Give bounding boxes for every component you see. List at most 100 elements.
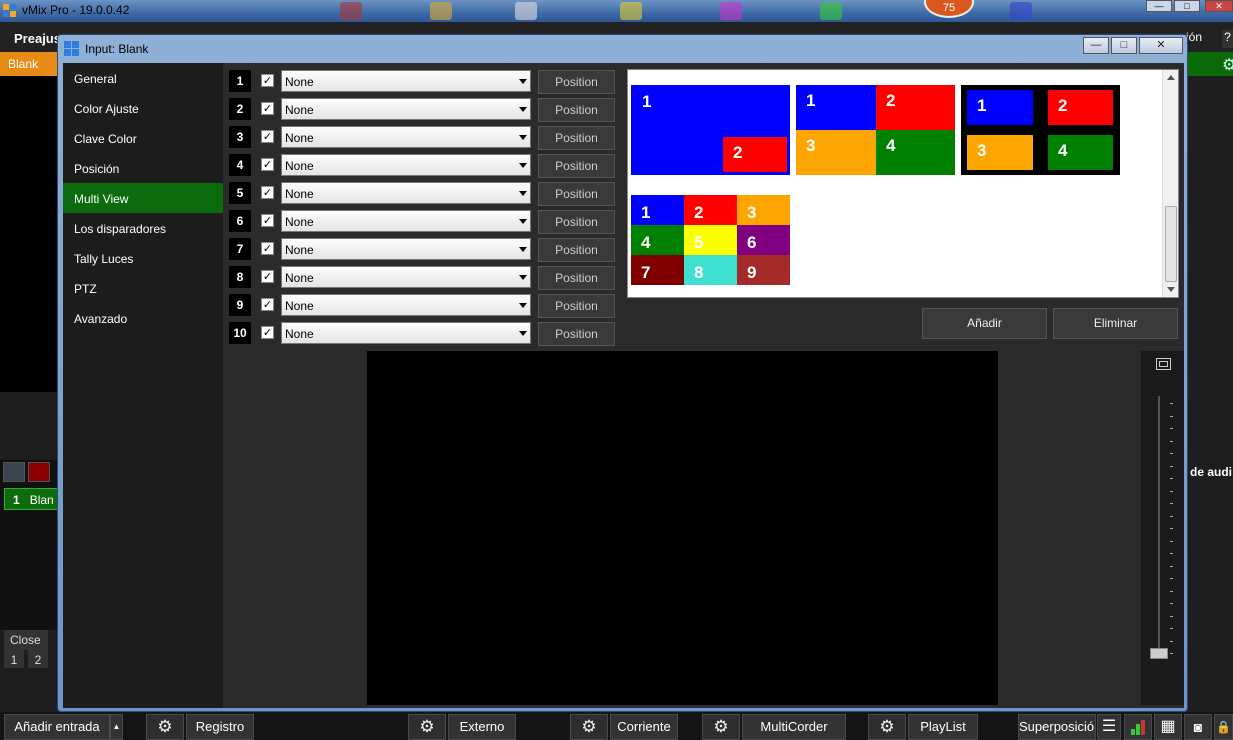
gear-icon[interactable]: ⚙	[146, 714, 184, 740]
sidebar-item-multi-view[interactable]: Multi View	[63, 183, 223, 213]
quick-number-button[interactable]: 1	[4, 650, 24, 668]
row-enabled-checkbox[interactable]: ✓	[261, 158, 274, 171]
help-button[interactable]: ?	[1222, 30, 1233, 48]
scroll-up-arrow-icon[interactable]	[1167, 75, 1175, 80]
layout-cell: 2	[684, 195, 737, 225]
close-input-button[interactable]: Close	[4, 630, 48, 650]
multicorder-button[interactable]: MultiCorder	[742, 714, 846, 740]
layout-cell: 2	[876, 85, 955, 130]
row-enabled-checkbox[interactable]: ✓	[261, 102, 274, 115]
sidebar-item-advanced[interactable]: Avanzado	[63, 303, 223, 333]
input-color-swatch[interactable]	[3, 462, 25, 482]
row-input-select[interactable]: None	[281, 322, 531, 344]
dialog-maximize-button[interactable]: □	[1111, 37, 1137, 54]
sidebar-item-color-key[interactable]: Clave Color	[63, 123, 223, 153]
close-button[interactable]: ✕	[1205, 0, 1233, 12]
row-enabled-checkbox[interactable]: ✓	[261, 130, 274, 143]
row-number: 1	[229, 70, 251, 92]
sidebar-item-ptz[interactable]: PTZ	[63, 273, 223, 303]
gear-icon[interactable]: ⚙	[1222, 55, 1233, 75]
row-input-select[interactable]: None	[281, 70, 531, 92]
sidebar-item-color-adjust[interactable]: Color Ajuste	[63, 93, 223, 123]
add-input-dropdown-icon[interactable]: ▲	[110, 714, 123, 740]
add-input-button[interactable]: Añadir entrada	[4, 714, 110, 740]
row-position-button[interactable]: Position	[538, 294, 615, 318]
row-enabled-checkbox[interactable]: ✓	[261, 326, 274, 339]
row-number: 8	[229, 266, 251, 288]
minimize-button[interactable]: —	[1146, 0, 1172, 12]
overlay-button[interactable]: Superposición	[1018, 714, 1096, 740]
gear-icon[interactable]: ⚙	[570, 714, 608, 740]
row-number: 4	[229, 154, 251, 176]
row-position-button[interactable]: Position	[538, 126, 615, 150]
sidebar-item-triggers[interactable]: Los disparadores	[63, 213, 223, 243]
row-input-select[interactable]: None	[281, 294, 531, 316]
row-position-button[interactable]: Position	[538, 154, 615, 178]
zoom-tick	[1170, 415, 1173, 417]
add-layout-button[interactable]: Añadir	[922, 308, 1047, 339]
zoom-tick	[1170, 453, 1173, 454]
scroll-down-arrow-icon[interactable]	[1167, 287, 1175, 292]
sidebar-item-tally-lights[interactable]: Tally Luces	[63, 243, 223, 273]
audio-meter-icon[interactable]	[1124, 714, 1152, 740]
gear-icon[interactable]: ⚙	[868, 714, 906, 740]
row-number: 5	[229, 182, 251, 204]
layout-preset-grid-9[interactable]: 1 2 3 4 5 6 7 8 9	[631, 195, 790, 285]
update-badge[interactable]: 75	[924, 0, 974, 18]
layout-preset-quad-spaced[interactable]: 1 2 3 4	[961, 85, 1120, 175]
zoom-tick	[1170, 428, 1173, 429]
record-button[interactable]: Registro	[186, 714, 254, 740]
layouts-scrollbar[interactable]	[1162, 70, 1178, 297]
remove-layout-button[interactable]: Eliminar	[1053, 308, 1178, 339]
row-enabled-checkbox[interactable]: ✓	[261, 214, 274, 227]
row-position-button[interactable]: Position	[538, 322, 615, 346]
grid-view-icon[interactable]: ▦	[1154, 714, 1182, 740]
layout-preset-quad[interactable]: 1 2 3 4	[796, 85, 955, 175]
zoom-slider-track[interactable]	[1158, 396, 1160, 656]
row-position-button[interactable]: Position	[538, 210, 615, 234]
input-color-swatch[interactable]	[28, 462, 50, 482]
camera-icon[interactable]: ◙	[1184, 714, 1212, 740]
row-enabled-checkbox[interactable]: ✓	[261, 270, 274, 283]
row-position-button[interactable]: Position	[538, 238, 615, 262]
sidebar-item-position[interactable]: Posición	[63, 153, 223, 183]
zoom-slider-handle[interactable]	[1150, 648, 1168, 659]
dialog-content: General Color Ajuste Clave Color Posició…	[63, 63, 1184, 708]
sidebar-item-general[interactable]: General	[63, 63, 223, 93]
multiview-row: 6 ✓ None Position	[229, 210, 619, 234]
scroll-thumb[interactable]	[1165, 206, 1177, 282]
row-enabled-checkbox[interactable]: ✓	[261, 298, 274, 311]
lock-icon[interactable]: 🔒	[1214, 714, 1233, 740]
row-enabled-checkbox[interactable]: ✓	[261, 186, 274, 199]
row-input-select[interactable]: None	[281, 182, 531, 204]
row-position-button[interactable]: Position	[538, 70, 615, 94]
fit-screen-icon[interactable]	[1156, 358, 1171, 370]
row-position-button[interactable]: Position	[538, 182, 615, 206]
dialog-close-button[interactable]: ✕	[1139, 37, 1183, 54]
row-position-button[interactable]: Position	[538, 266, 615, 290]
row-input-select[interactable]: None	[281, 238, 531, 260]
row-input-select[interactable]: None	[281, 266, 531, 288]
gear-icon[interactable]: ⚙	[408, 714, 446, 740]
row-input-select[interactable]: None	[281, 210, 531, 232]
row-enabled-checkbox[interactable]: ✓	[261, 242, 274, 255]
menu-icon[interactable]: ☰	[1097, 714, 1121, 740]
row-enabled-checkbox[interactable]: ✓	[261, 74, 274, 87]
row-input-select[interactable]: None	[281, 98, 531, 120]
quick-number-button[interactable]: 2	[28, 650, 48, 668]
gear-icon[interactable]: ⚙	[702, 714, 740, 740]
maximize-button[interactable]: □	[1174, 0, 1200, 12]
external-button[interactable]: Externo	[448, 714, 516, 740]
stream-button[interactable]: Corriente	[610, 714, 678, 740]
zoom-tick	[1170, 540, 1173, 542]
row-position-button[interactable]: Position	[538, 98, 615, 122]
row-input-select[interactable]: None	[281, 126, 531, 148]
multiview-row: 10 ✓ None Position	[229, 322, 619, 346]
dialog-minimize-button[interactable]: —	[1083, 37, 1109, 54]
layout-preset-pip[interactable]: 1 2	[631, 85, 790, 175]
input-tile[interactable]: 1 Blan	[4, 488, 60, 510]
row-input-select[interactable]: None	[281, 154, 531, 176]
playlist-button[interactable]: PlayList	[908, 714, 978, 740]
presets-menu[interactable]: Preajus	[14, 31, 61, 46]
zoom-tick	[1170, 565, 1173, 567]
